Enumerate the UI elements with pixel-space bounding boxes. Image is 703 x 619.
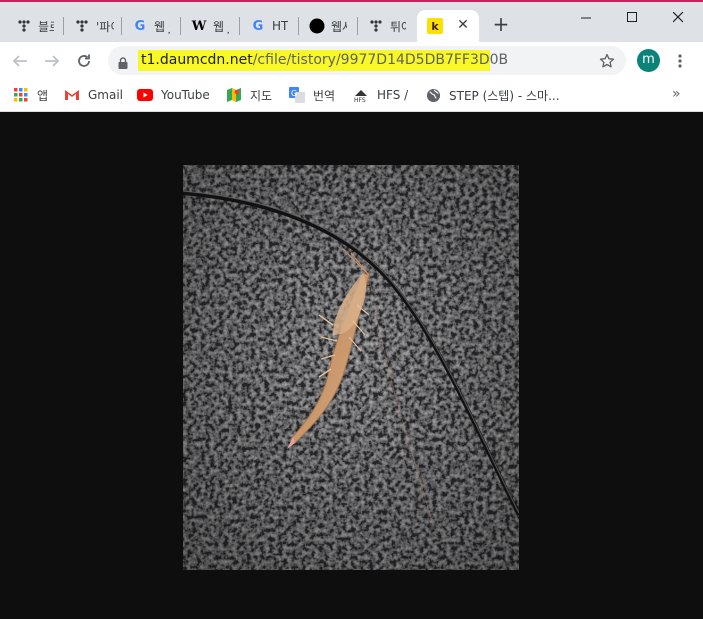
tab-1-label: 블로 [38,19,54,34]
bookmark-translate[interactable]: G 번역 [289,84,335,106]
tab-strip: 블로 '파이 G 웹 J W 웹 J G HTM 웹사 튀어 [0,2,703,42]
globe-icon [425,87,441,103]
page-viewport [0,112,703,619]
back-button[interactable] [9,50,31,72]
forward-button[interactable] [41,50,63,72]
bookmark-youtube-label: YouTube [161,88,210,102]
address-bar[interactable]: t1.daumcdn.net/cfile/tistory/9977D14D5DB… [108,46,626,75]
tab-2-label: '파이 [96,19,114,34]
shrimp-photo [183,165,519,570]
svg-text:G: G [291,89,297,98]
tab-close-button[interactable]: ✕ [455,17,471,33]
bookmark-hfs[interactable]: HFS HFS / [353,84,408,106]
maps-icon [226,87,242,103]
bookmark-apps[interactable]: 앱 [13,84,48,106]
tab-6-label: 웹사 [331,19,347,34]
bookmarks-overflow-button[interactable]: » [672,86,681,102]
tab-7[interactable]: 튀어 [358,10,415,42]
gmail-icon [64,87,80,103]
youtube-icon [137,87,153,103]
tab-7-label: 튀어 [390,19,406,34]
bookmark-gmail[interactable]: Gmail [64,84,123,106]
bookmark-apps-label: 앱 [37,88,49,103]
close-window-button[interactable] [655,6,701,28]
browser-menu-button[interactable] [672,51,688,71]
arrow-left-icon [12,55,27,67]
tab-4-label: 웹 J [213,19,229,34]
tab-3[interactable]: G 웹 J [122,10,179,42]
reload-button[interactable] [73,50,95,72]
hfs-icon: HFS [353,87,369,103]
url-text[interactable]: t1.daumcdn.net/cfile/tistory/9977D14D5DB… [141,52,508,68]
profile-avatar[interactable]: m [637,49,660,72]
tab-6[interactable]: 웹사 [299,10,356,42]
more-vertical-icon [678,54,682,68]
tab-active[interactable]: k ✕ [417,10,479,42]
google-icon: G [134,18,146,34]
translate-icon: G [289,87,305,103]
star-icon [599,53,615,68]
minimize-icon [580,17,591,18]
bookmarks-bar: 앱 Gmail YouTube 지도 G 번역 HFS HFS / STEP ( [0,79,703,112]
tab-5-label: HTM [272,19,288,33]
new-tab-button[interactable]: + [490,14,512,36]
circle-icon [309,18,325,34]
url-host: t1.daumcdn.net [141,52,253,68]
tab-5[interactable]: G HTM [240,10,297,42]
lock-icon [118,54,128,73]
maximize-icon [626,11,637,22]
reload-icon [78,54,90,67]
tab-3-label: 웹 J [154,19,170,34]
tab-4[interactable]: W 웹 J [181,10,238,42]
tistory-icon [74,18,90,34]
tistory-icon [16,18,32,34]
svg-text:HFS: HFS [354,97,366,103]
bookmark-step-label: STEP (스텝) - 스마... [449,88,560,103]
bookmark-maps[interactable]: 지도 [226,84,272,106]
bookmark-star-button[interactable] [598,52,616,70]
bookmark-translate-label: 번역 [313,88,336,103]
bookmark-gmail-label: Gmail [88,88,124,102]
tab-1[interactable]: 블로 [6,10,63,42]
maximize-button[interactable] [609,6,655,28]
minimize-button[interactable] [563,6,609,28]
bookmark-maps-label: 지도 [250,88,273,103]
kakao-icon: k [427,18,443,34]
browser-toolbar: t1.daumcdn.net/cfile/tistory/9977D14D5DB… [0,42,703,79]
apps-grid-icon [13,87,29,103]
tab-2[interactable]: '파이 [64,10,121,42]
url-path: /cfile/tistory/9977D14D5DB7FF3D0B [252,52,509,68]
close-icon [672,11,683,22]
bookmark-youtube[interactable]: YouTube [137,84,210,106]
bookmark-hfs-label: HFS / [377,88,409,102]
arrow-right-icon [45,55,60,67]
wikipedia-icon: W [191,18,207,34]
bookmark-step[interactable]: STEP (스텝) - 스마... [425,84,560,106]
google-icon: G [252,18,264,34]
tistory-icon [368,18,384,34]
